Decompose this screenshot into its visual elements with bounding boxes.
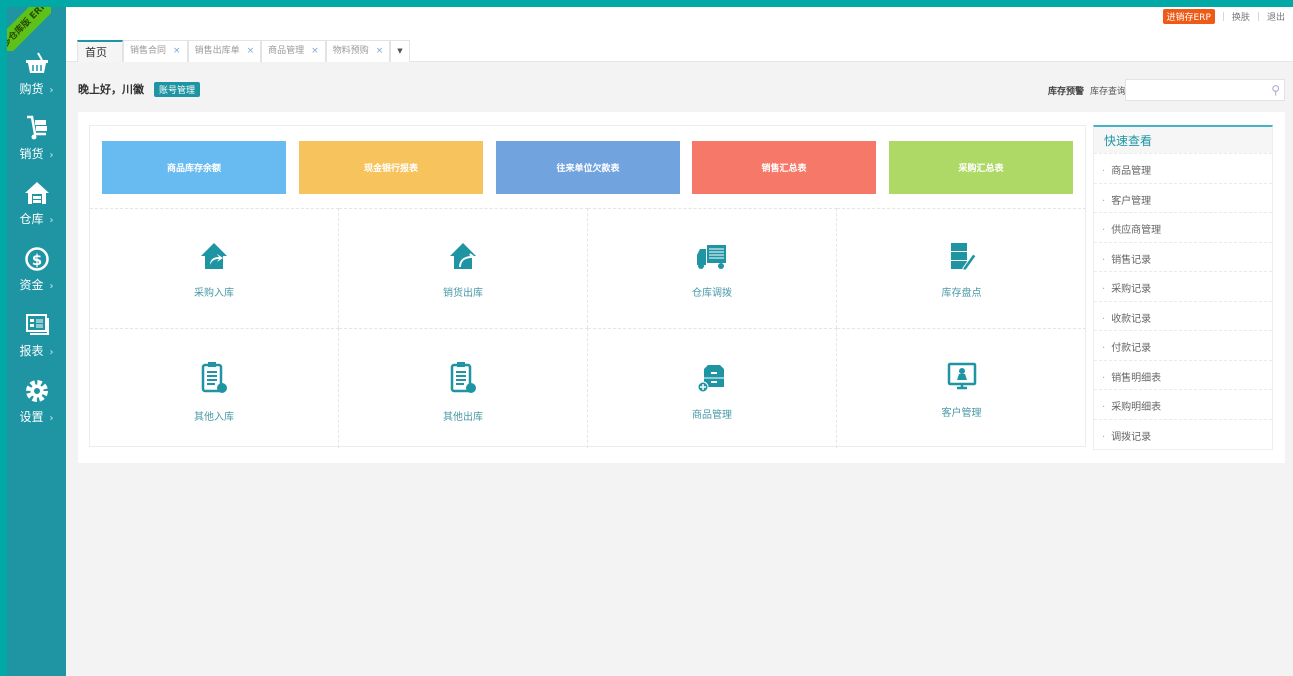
shortcut-other-outbound[interactable]: 其他出库	[339, 328, 588, 448]
tile-sales-summary[interactable]: 销售汇总表	[692, 141, 876, 194]
quick-item[interactable]: 收款记录	[1094, 300, 1272, 331]
shortcut-label: 库存盘点	[941, 288, 982, 299]
close-icon[interactable]: ×	[376, 41, 384, 62]
shortcut-other-inbound[interactable]: 其他入库	[90, 328, 339, 448]
tab-menu-dropdown[interactable]: ▼	[390, 40, 410, 62]
stock-query-label[interactable]: 库存查询	[1090, 87, 1126, 97]
clipboard-out-icon	[450, 362, 476, 393]
tab-sales-contract[interactable]: 销售合同 ×	[123, 40, 188, 62]
sidebar-item-label: 资金	[19, 278, 44, 292]
quick-item[interactable]: 客户管理	[1094, 182, 1272, 213]
sidebar-item-settings[interactable]: 设置 ›	[7, 378, 66, 425]
quick-item[interactable]: 付款记录	[1094, 330, 1272, 360]
shortcut-stock-check[interactable]: 库存盘点	[837, 208, 1086, 328]
close-icon[interactable]: ×	[311, 41, 319, 62]
stock-links: 库存预警 库存查询	[1048, 84, 1126, 97]
house-outbound-icon	[450, 243, 477, 269]
shortcut-label: 其他入库	[194, 412, 234, 423]
truck-icon	[697, 245, 726, 269]
tab-label: 销售合同	[130, 46, 167, 56]
house-inbound-icon	[201, 243, 227, 269]
search-icon[interactable]: ⚲	[1271, 83, 1280, 97]
sidebar-item-label: 设置	[19, 410, 44, 424]
tab-sales-outbound[interactable]: 销售出库单 ×	[187, 40, 262, 62]
quick-view-title: 快速查看	[1094, 127, 1272, 153]
shortcut-label: 商品管理	[692, 410, 732, 421]
quick-view-panel: 快速查看 商品管理 客户管理 供应商管理 销售记录 采购记录 收款记录 付款记录…	[1093, 125, 1273, 450]
stock-search-input[interactable]: ⚲	[1125, 79, 1285, 101]
left-strip	[0, 7, 7, 676]
close-icon[interactable]: ×	[247, 41, 255, 62]
account-management-button[interactable]: 账号管理	[154, 81, 201, 97]
cabinet-add-icon	[697, 365, 724, 393]
quick-item[interactable]: 销售记录	[1094, 241, 1272, 272]
tab-material-preorder[interactable]: 物料预购 ×	[325, 40, 391, 62]
tile-purchase-summary[interactable]: 采购汇总表	[889, 141, 1073, 194]
tab-label: 首页	[85, 46, 107, 59]
caret-down-icon: ▼	[397, 47, 403, 55]
tab-product-management[interactable]: 商品管理 ×	[261, 40, 326, 62]
quick-item[interactable]: 销售明细表	[1094, 359, 1272, 390]
shortcut-grid: 商品库存余额 现金银行报表 往来单位欠款表 销售汇总表 采购汇总表 采购入库 销…	[89, 125, 1086, 448]
tile-stock-balance[interactable]: 商品库存余额	[102, 141, 286, 194]
clipboard-in-icon	[201, 362, 227, 393]
shortcut-label: 采购入库	[194, 288, 234, 299]
sidebar-item-reports[interactable]: 报表 ›	[7, 312, 66, 359]
tile-receivables-report[interactable]: 往来单位欠款表	[496, 141, 680, 194]
quick-item[interactable]: 采购记录	[1094, 271, 1272, 301]
quick-item[interactable]: 供应商管理	[1094, 212, 1272, 242]
sidebar-item-label: 销货	[19, 147, 44, 161]
gear-icon	[25, 380, 48, 402]
sidebar-item-funds[interactable]: $ 资金 ›	[7, 246, 66, 293]
quick-item[interactable]: 调拨记录	[1094, 418, 1272, 449]
quick-item[interactable]: 采购明细表	[1094, 389, 1272, 419]
tab-label: 物料预购	[332, 46, 369, 56]
close-icon[interactable]: ×	[173, 41, 181, 62]
top-bar	[0, 0, 1293, 7]
shortcut-label: 仓库调拨	[692, 288, 732, 299]
shortcut-label: 销货出库	[443, 288, 483, 299]
header: 进销存ERP | 换肤 | 退出 首页 销售合同 × 销售出库单 × 商品管理 × 物料预…	[66, 7, 1293, 62]
stock-warning-link[interactable]: 库存预警	[1048, 87, 1084, 97]
dollar-icon: $	[24, 247, 49, 271]
shortcut-purchase-inbound[interactable]: 采购入库	[90, 208, 339, 328]
tab-label: 商品管理	[268, 46, 305, 56]
tab-bar: 首页 销售合同 × 销售出库单 × 商品管理 × 物料预购 × ▼	[77, 40, 410, 62]
shortcut-warehouse-transfer[interactable]: 仓库调拨	[588, 208, 837, 328]
sidebar-item-purchase[interactable]: 购货 ›	[7, 50, 66, 97]
sidebar-item-sales[interactable]: 销货 ›	[7, 115, 66, 162]
monitor-user-icon	[947, 362, 976, 390]
tab-home[interactable]: 首页	[77, 40, 123, 62]
shortcut-sales-outbound[interactable]: 销货出库	[339, 208, 588, 328]
shortcut-label: 其他出库	[443, 412, 483, 423]
erp-badge[interactable]: 进销存ERP	[1162, 9, 1215, 24]
sidebar-item-warehouse[interactable]: 仓库 ›	[7, 180, 66, 227]
sidebar-item-label: 报表	[19, 344, 44, 358]
sidebar: 多仓库版 ERP 购货 › 销货 › 仓库 › $ 资金 › 报表 › 设置 ›	[7, 7, 66, 676]
quick-item[interactable]: 商品管理	[1094, 153, 1272, 183]
svg-text:$: $	[31, 251, 41, 269]
shortcut-customer-management[interactable]: 客户管理	[837, 328, 1086, 448]
basket-icon	[25, 52, 48, 73]
sidebar-item-label: 购货	[19, 82, 44, 96]
edition-label: 多仓库版 ERP	[7, 7, 51, 51]
inventory-edit-icon	[950, 243, 977, 271]
logout-link[interactable]: 退出	[1267, 10, 1285, 23]
warehouse-icon	[24, 182, 49, 204]
greeting-text: 晚上好，川徽	[78, 83, 144, 96]
report-icon	[25, 314, 49, 335]
sidebar-item-label: 仓库	[19, 212, 44, 226]
greeting: 晚上好，川徽 账号管理	[78, 81, 201, 97]
tab-label: 销售出库单	[194, 46, 240, 56]
shortcut-label: 客户管理	[941, 408, 982, 419]
shortcut-product-management[interactable]: 商品管理	[588, 328, 837, 448]
tile-cash-bank-report[interactable]: 现金银行报表	[299, 141, 483, 194]
edition-ribbon: 多仓库版 ERP	[7, 7, 51, 51]
cart-icon	[26, 115, 47, 140]
skin-link[interactable]: 换肤	[1232, 10, 1250, 23]
